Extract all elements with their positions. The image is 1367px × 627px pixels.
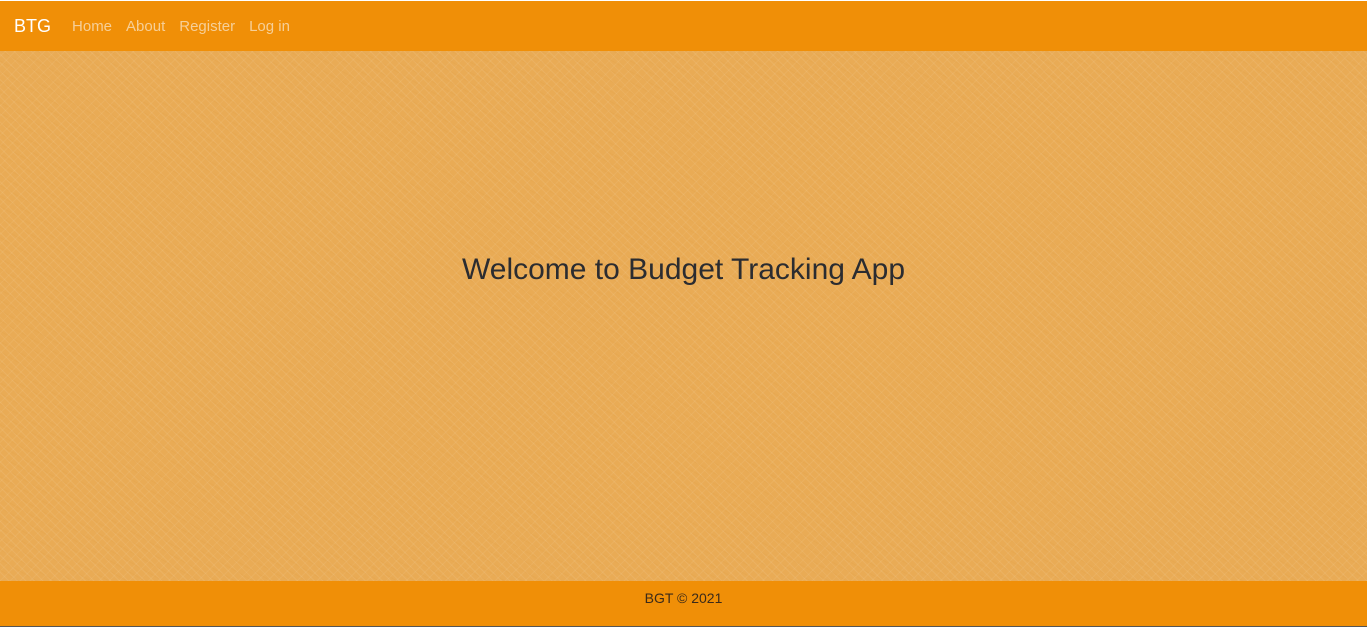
page-title: Welcome to Budget Tracking App — [461, 253, 906, 286]
top-navbar: BTG Home About Register Log in — [0, 1, 1367, 51]
hero-section: Welcome to Budget Tracking App — [0, 51, 1367, 581]
page-footer: BGT © 2021 — [0, 581, 1367, 627]
nav-link-home[interactable]: Home — [72, 19, 112, 34]
nav-link-login[interactable]: Log in — [249, 19, 290, 34]
footer-copyright: BGT © 2021 — [644, 590, 723, 606]
nav-link-about[interactable]: About — [126, 19, 165, 34]
brand-link[interactable]: BTG — [14, 17, 51, 35]
nav-link-register[interactable]: Register — [179, 19, 235, 34]
